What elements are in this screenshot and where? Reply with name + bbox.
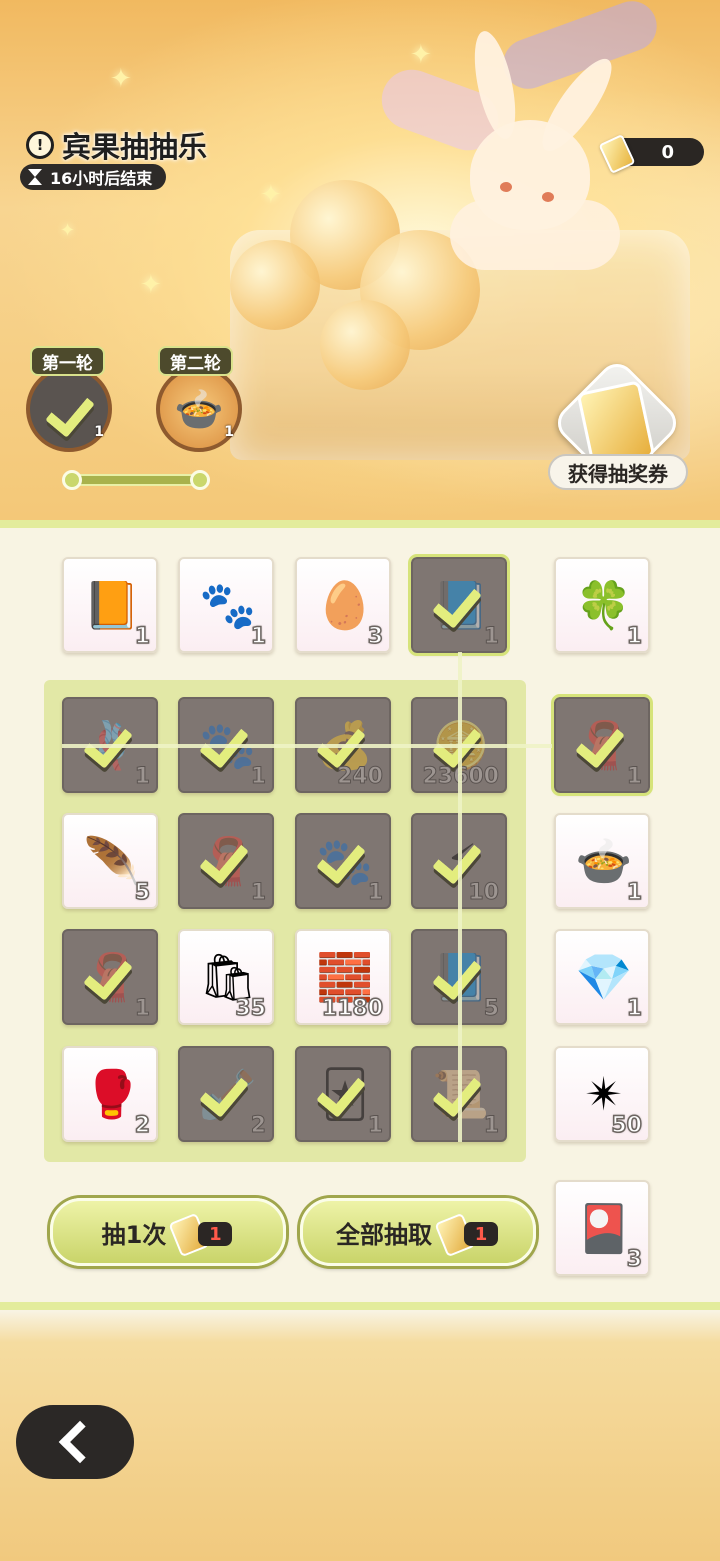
grid-cell[interactable]: 🧣 1 [178, 813, 274, 909]
item-count: 1 [250, 880, 266, 906]
check-icon [317, 837, 373, 877]
item-count: 1 [134, 764, 150, 790]
item-count: 1 [134, 996, 150, 1022]
check-icon [317, 721, 373, 761]
check-icon [200, 721, 256, 761]
item-count: 5 [483, 996, 499, 1022]
item-count: 240 [337, 764, 384, 790]
item-count: 2 [134, 1112, 151, 1139]
check-icon [200, 1070, 256, 1110]
star-decoration: ✦ [260, 180, 282, 210]
right-column-cell[interactable]: 🍲 1 [554, 813, 650, 909]
round-2-reward[interactable]: 🍲 1 [156, 366, 242, 452]
round-2-label: 第二轮 [158, 346, 233, 376]
item-count: 1 [367, 880, 383, 906]
hourglass-icon [28, 169, 42, 185]
check-icon [84, 953, 140, 993]
item-count: 35 [235, 995, 267, 1022]
ticket-count: 0 [661, 141, 674, 163]
grid-cell[interactable]: 🧱 1180 [295, 929, 391, 1025]
item-count: 1 [250, 764, 266, 790]
food-bowl-icon: 🍲 [174, 386, 224, 433]
item-count: 50 [611, 1112, 643, 1139]
top-row-cell[interactable]: 🥚 3 [295, 557, 391, 653]
item-count: 1 [367, 1113, 383, 1139]
get-tickets-button[interactable]: 获得抽奖券 [548, 356, 688, 496]
right-column-cell[interactable]: 🎴 3 [554, 1180, 650, 1276]
completed-line-column-4 [458, 652, 462, 1142]
item-count: 10 [468, 880, 500, 906]
ticket-cost: 1 [434, 1212, 500, 1258]
grid-cell[interactable]: 🐾 1 [295, 813, 391, 909]
round-progress-track [72, 474, 200, 486]
right-column-cell[interactable]: 🍀 1 [554, 557, 650, 653]
item-count: 5 [134, 879, 151, 906]
round-2-count: 1 [224, 424, 234, 440]
round-1-label: 第一轮 [30, 346, 105, 376]
event-title: 宾果抽抽乐 [62, 130, 208, 164]
right-column-cell[interactable]: 🧣 1 [551, 694, 653, 796]
progress-node-1 [62, 470, 82, 490]
check-icon [317, 1070, 373, 1110]
item-count: 1 [483, 1113, 499, 1139]
item-count: 1 [626, 879, 643, 906]
grid-cell[interactable]: 🃏 1 [295, 1046, 391, 1142]
event-title-row: ! 宾果抽抽乐 [26, 124, 207, 166]
progress-node-2 [190, 470, 210, 490]
grid-cell[interactable]: 🧣 1 [62, 929, 158, 1025]
check-icon [576, 721, 632, 761]
top-row-cell[interactable]: 📙 1 [62, 557, 158, 653]
timer-text: 16小时后结束 [50, 169, 153, 188]
draw-all-label: 全部抽取 [336, 1220, 432, 1249]
item-count: 2 [250, 1113, 266, 1139]
event-timer: 16小时后结束 [20, 164, 167, 190]
orb-decoration [320, 300, 410, 390]
orb-decoration [230, 240, 320, 330]
draw-once-cost: 1 [198, 1222, 233, 1246]
draw-once-button[interactable]: 抽1次 1 [50, 1198, 286, 1266]
right-column-cell[interactable]: 💎 1 [554, 929, 650, 1025]
top-row-cell[interactable]: 📘 1 [408, 554, 510, 656]
grid-cell[interactable]: 🪶 5 [62, 813, 158, 909]
round-1-reward[interactable]: 1 [26, 366, 112, 452]
item-count: 1 [626, 764, 642, 790]
item-count: 1 [626, 995, 643, 1022]
item-count: 1 [250, 623, 267, 650]
bunny-eye [542, 192, 554, 202]
item-count: 1 [134, 623, 151, 650]
back-button[interactable] [16, 1405, 134, 1479]
star-decoration: ✦ [110, 64, 132, 94]
draw-all-cost: 1 [464, 1222, 498, 1246]
bunny-head [470, 120, 590, 230]
round-1-count: 1 [94, 424, 104, 440]
completed-line-row-1 [62, 744, 552, 748]
check-icon [200, 837, 256, 877]
item-count: 1 [483, 624, 499, 650]
right-column-cell[interactable]: ✴ 50 [554, 1046, 650, 1142]
grid-cell[interactable]: 🛍 35 [178, 929, 274, 1025]
get-tickets-label: 获得抽奖券 [548, 454, 688, 490]
top-row-cell[interactable]: 🐾 1 [178, 557, 274, 653]
item-count: 1180 [321, 995, 384, 1022]
draw-once-label: 抽1次 [101, 1220, 167, 1249]
item-count: 3 [626, 1246, 643, 1273]
chevron-left-icon [58, 1420, 102, 1464]
grid-cell[interactable]: 🪏 2 [178, 1046, 274, 1142]
check-icon [84, 721, 140, 761]
bunny-eye [500, 182, 512, 192]
star-decoration: ✦ [60, 220, 76, 241]
check-icon [433, 581, 489, 621]
star-decoration: ✦ [140, 270, 162, 300]
info-icon[interactable]: ! [26, 131, 54, 159]
draw-all-button[interactable]: 全部抽取 1 [300, 1198, 536, 1266]
item-count: 3 [367, 623, 384, 650]
item-count: 1 [626, 623, 643, 650]
ticket-cost: 1 [168, 1212, 234, 1258]
grid-cell[interactable]: 🥊 2 [62, 1046, 158, 1142]
star-decoration: ✦ [410, 40, 432, 70]
